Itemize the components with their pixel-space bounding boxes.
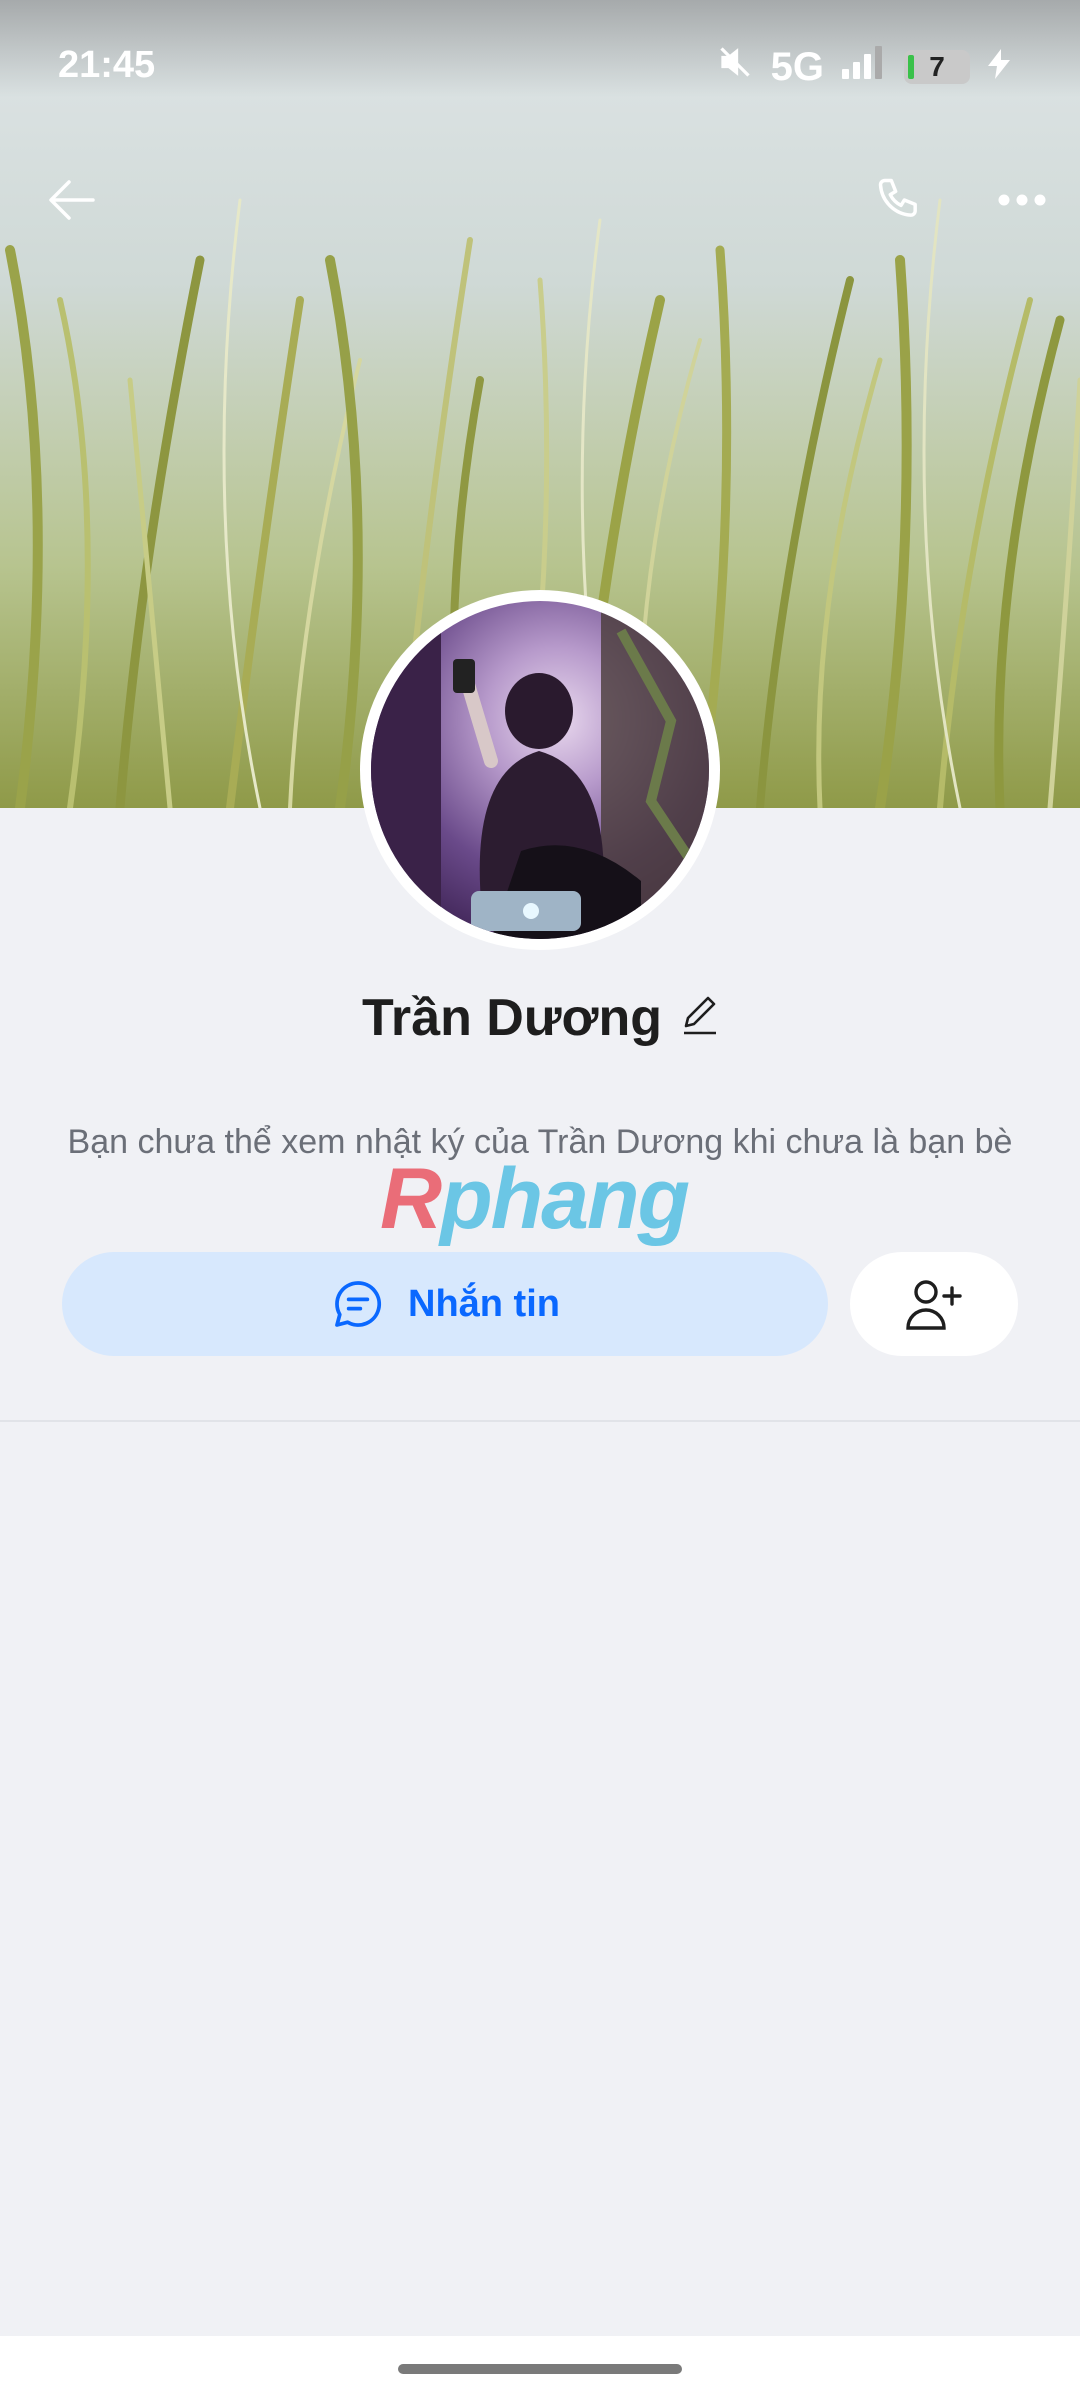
watermark-logo: Rphang <box>380 1150 690 1249</box>
avatar-image <box>371 601 709 939</box>
add-friend-button[interactable] <box>850 1252 1018 1356</box>
avatar[interactable] <box>360 590 720 950</box>
more-button[interactable] <box>982 160 1062 240</box>
status-icons: 5G 7 <box>717 44 1010 90</box>
message-button-label: Nhắn tin <box>408 1282 560 1325</box>
status-bar: 21:45 5G 7 <box>0 0 1080 120</box>
watermark-first-letter: R <box>380 1151 442 1247</box>
section-divider <box>0 1420 1080 1422</box>
call-button[interactable] <box>860 160 940 240</box>
home-indicator[interactable] <box>398 2364 682 2374</box>
phone-icon <box>878 178 917 217</box>
edit-name-button[interactable] <box>682 988 718 1048</box>
chat-bubble-icon <box>335 1281 382 1327</box>
status-time: 21:45 <box>58 44 156 86</box>
back-button[interactable] <box>32 160 112 240</box>
network-label: 5G <box>770 44 824 89</box>
message-button[interactable]: Nhắn tin <box>62 1252 828 1356</box>
mute-icon <box>717 44 753 90</box>
watermark-rest: phang <box>440 1151 690 1247</box>
profile-name-row: Trần Dương <box>0 988 1080 1048</box>
pencil-icon <box>683 996 716 1035</box>
profile-name: Trần Dương <box>362 989 662 1047</box>
arrow-left-icon <box>49 180 95 220</box>
more-horizontal-icon <box>998 194 1046 206</box>
signal-icon <box>842 45 886 89</box>
user-plus-icon <box>906 1280 962 1330</box>
battery-indicator: 7 <box>904 50 970 84</box>
charging-icon <box>988 46 1010 89</box>
